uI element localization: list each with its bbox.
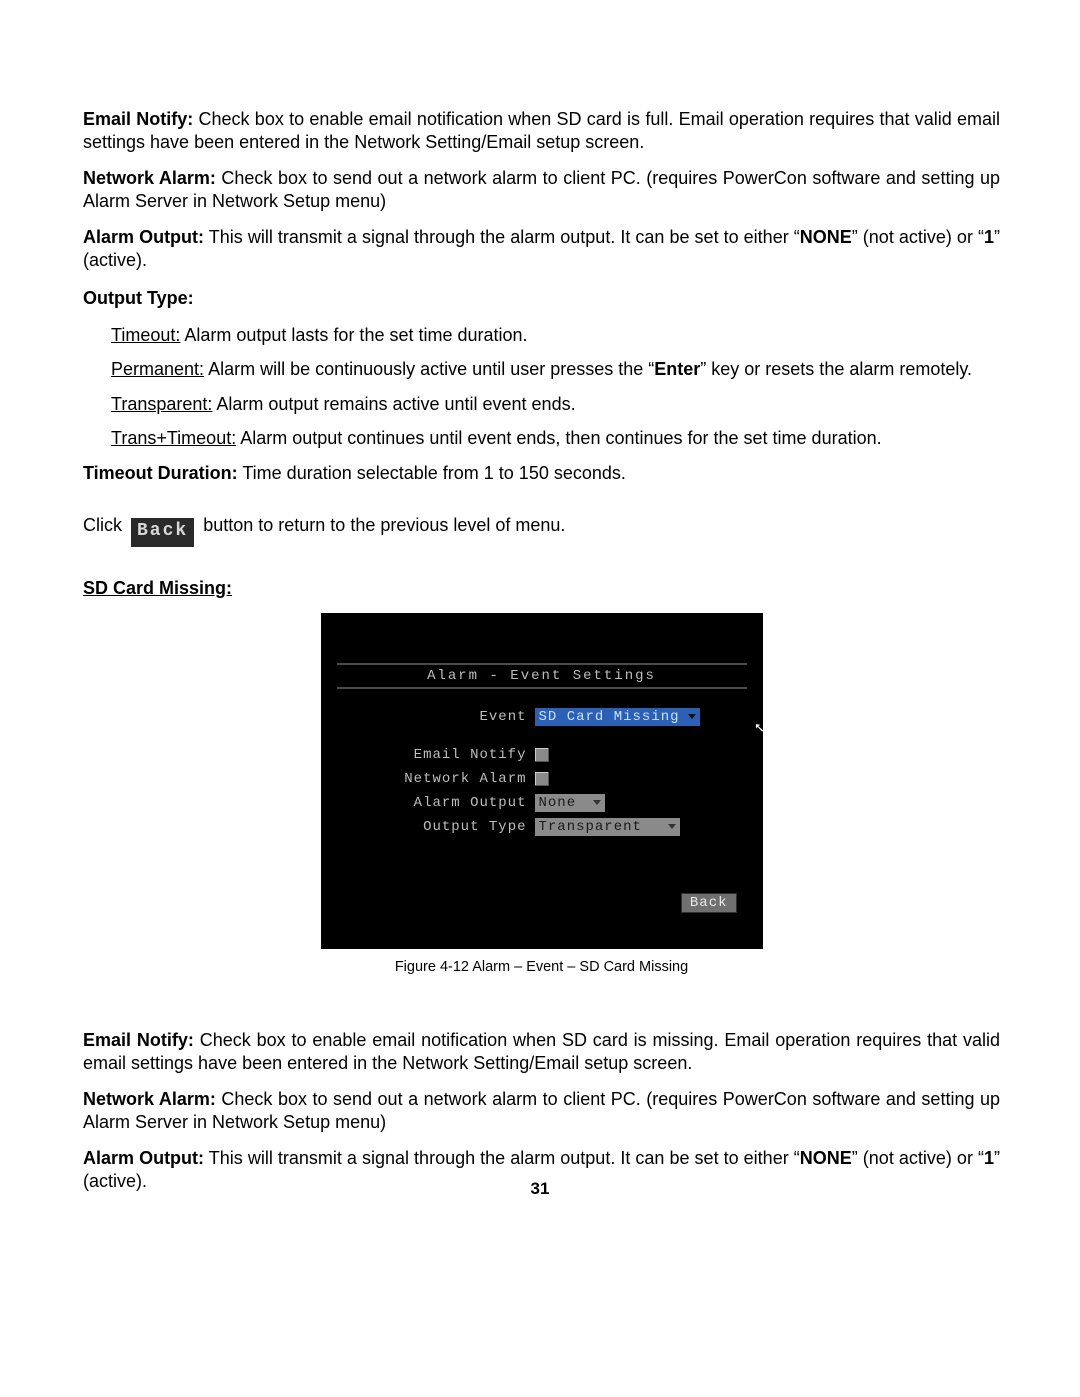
- figure-caption: Figure 4-12 Alarm – Event – SD Card Miss…: [395, 959, 688, 975]
- heading-sd-card-missing: SD Card Missing:: [83, 577, 1000, 600]
- email-notify-checkbox[interactable]: [535, 748, 549, 762]
- output-type-label: Output Type: [337, 819, 535, 835]
- row-output-type: Output Type Transparent: [337, 817, 747, 837]
- text: ” key or resets the alarm remotely.: [700, 359, 972, 379]
- item-trans-timeout: Trans+Timeout: Alarm output continues un…: [111, 427, 1000, 450]
- network-alarm-checkbox[interactable]: [535, 772, 549, 786]
- label: Email Notify:: [83, 1030, 194, 1050]
- cursor-icon: ➚: [755, 719, 764, 738]
- label: Trans+Timeout:: [111, 428, 236, 448]
- output-type-select[interactable]: Transparent: [535, 818, 680, 836]
- para-email-notify-1: Email Notify: Check box to enable email …: [83, 108, 1000, 153]
- text: Check box to enable email notification w…: [83, 1030, 1000, 1073]
- row-email-notify: Email Notify: [337, 745, 747, 765]
- para-click-back: Click Back button to return to the previ…: [83, 514, 1000, 547]
- text: This will transmit a signal through the …: [204, 227, 800, 247]
- text: Alarm output continues until event ends,…: [236, 428, 881, 448]
- label: Timeout Duration:: [83, 463, 238, 483]
- one-bold: 1: [984, 1148, 994, 1168]
- page: Email Notify: Check box to enable email …: [0, 0, 1080, 1397]
- label: Network Alarm:: [83, 168, 216, 188]
- none-bold: NONE: [800, 1148, 852, 1168]
- screen-title: Alarm - Event Settings: [337, 663, 747, 689]
- text: button to return to the previous level o…: [198, 515, 565, 535]
- item-transparent: Transparent: Alarm output remains active…: [111, 393, 1000, 416]
- email-notify-label: Email Notify: [337, 747, 535, 763]
- enter-bold: Enter: [654, 359, 700, 379]
- text: ” (not active) or “: [852, 227, 984, 247]
- label: Email Notify:: [83, 109, 193, 129]
- screen-body: Event SD Card Missing Email Notify Netwo…: [337, 707, 747, 841]
- text: ” (not active) or “: [852, 1148, 984, 1168]
- gap: [337, 731, 747, 745]
- alarm-output-select[interactable]: None: [535, 794, 605, 812]
- text: Alarm output lasts for the set time dura…: [180, 325, 527, 345]
- label: Network Alarm:: [83, 1089, 216, 1109]
- row-network-alarm: Network Alarm: [337, 769, 747, 789]
- para-timeout-duration: Timeout Duration: Time duration selectab…: [83, 462, 1000, 485]
- label: Permanent:: [111, 359, 204, 379]
- text: Alarm will be continuously active until …: [204, 359, 654, 379]
- para-email-notify-2: Email Notify: Check box to enable email …: [83, 1029, 1000, 1074]
- text: Click: [83, 515, 127, 535]
- text: Time duration selectable from 1 to 150 s…: [238, 463, 626, 483]
- text: Check box to send out a network alarm to…: [83, 168, 1000, 211]
- item-permanent: Permanent: Alarm will be continuously ac…: [111, 358, 1000, 381]
- none-bold: NONE: [800, 227, 852, 247]
- para-network-alarm-2: Network Alarm: Check box to send out a n…: [83, 1088, 1000, 1133]
- text: Check box to send out a network alarm to…: [83, 1089, 1000, 1132]
- alarm-output-label: Alarm Output: [337, 795, 535, 811]
- label: Transparent:: [111, 394, 212, 414]
- one-bold: 1: [984, 227, 994, 247]
- page-number: 31: [0, 1179, 1080, 1199]
- back-button[interactable]: Back: [681, 893, 737, 913]
- text: This will transmit a signal through the …: [204, 1148, 800, 1168]
- label: Alarm Output:: [83, 227, 204, 247]
- item-timeout: Timeout: Alarm output lasts for the set …: [111, 324, 1000, 347]
- label: Timeout:: [111, 325, 180, 345]
- network-alarm-label: Network Alarm: [337, 771, 535, 787]
- device-screenshot: Alarm - Event Settings ➚ Event SD Card M…: [321, 613, 763, 949]
- text: Alarm output remains active until event …: [212, 394, 575, 414]
- para-network-alarm-1: Network Alarm: Check box to send out a n…: [83, 167, 1000, 212]
- row-alarm-output: Alarm Output None: [337, 793, 747, 813]
- label: Alarm Output:: [83, 1148, 204, 1168]
- row-event: Event SD Card Missing: [337, 707, 747, 727]
- event-label: Event: [337, 709, 535, 725]
- figure: Alarm - Event Settings ➚ Event SD Card M…: [83, 613, 1000, 975]
- event-select[interactable]: SD Card Missing: [535, 708, 700, 726]
- text: Check box to enable email notification w…: [83, 109, 1000, 152]
- para-alarm-output-1: Alarm Output: This will transmit a signa…: [83, 226, 1000, 271]
- heading-output-type: Output Type:: [83, 287, 1000, 310]
- back-button-icon: Back: [131, 518, 194, 547]
- output-type-list: Timeout: Alarm output lasts for the set …: [83, 324, 1000, 450]
